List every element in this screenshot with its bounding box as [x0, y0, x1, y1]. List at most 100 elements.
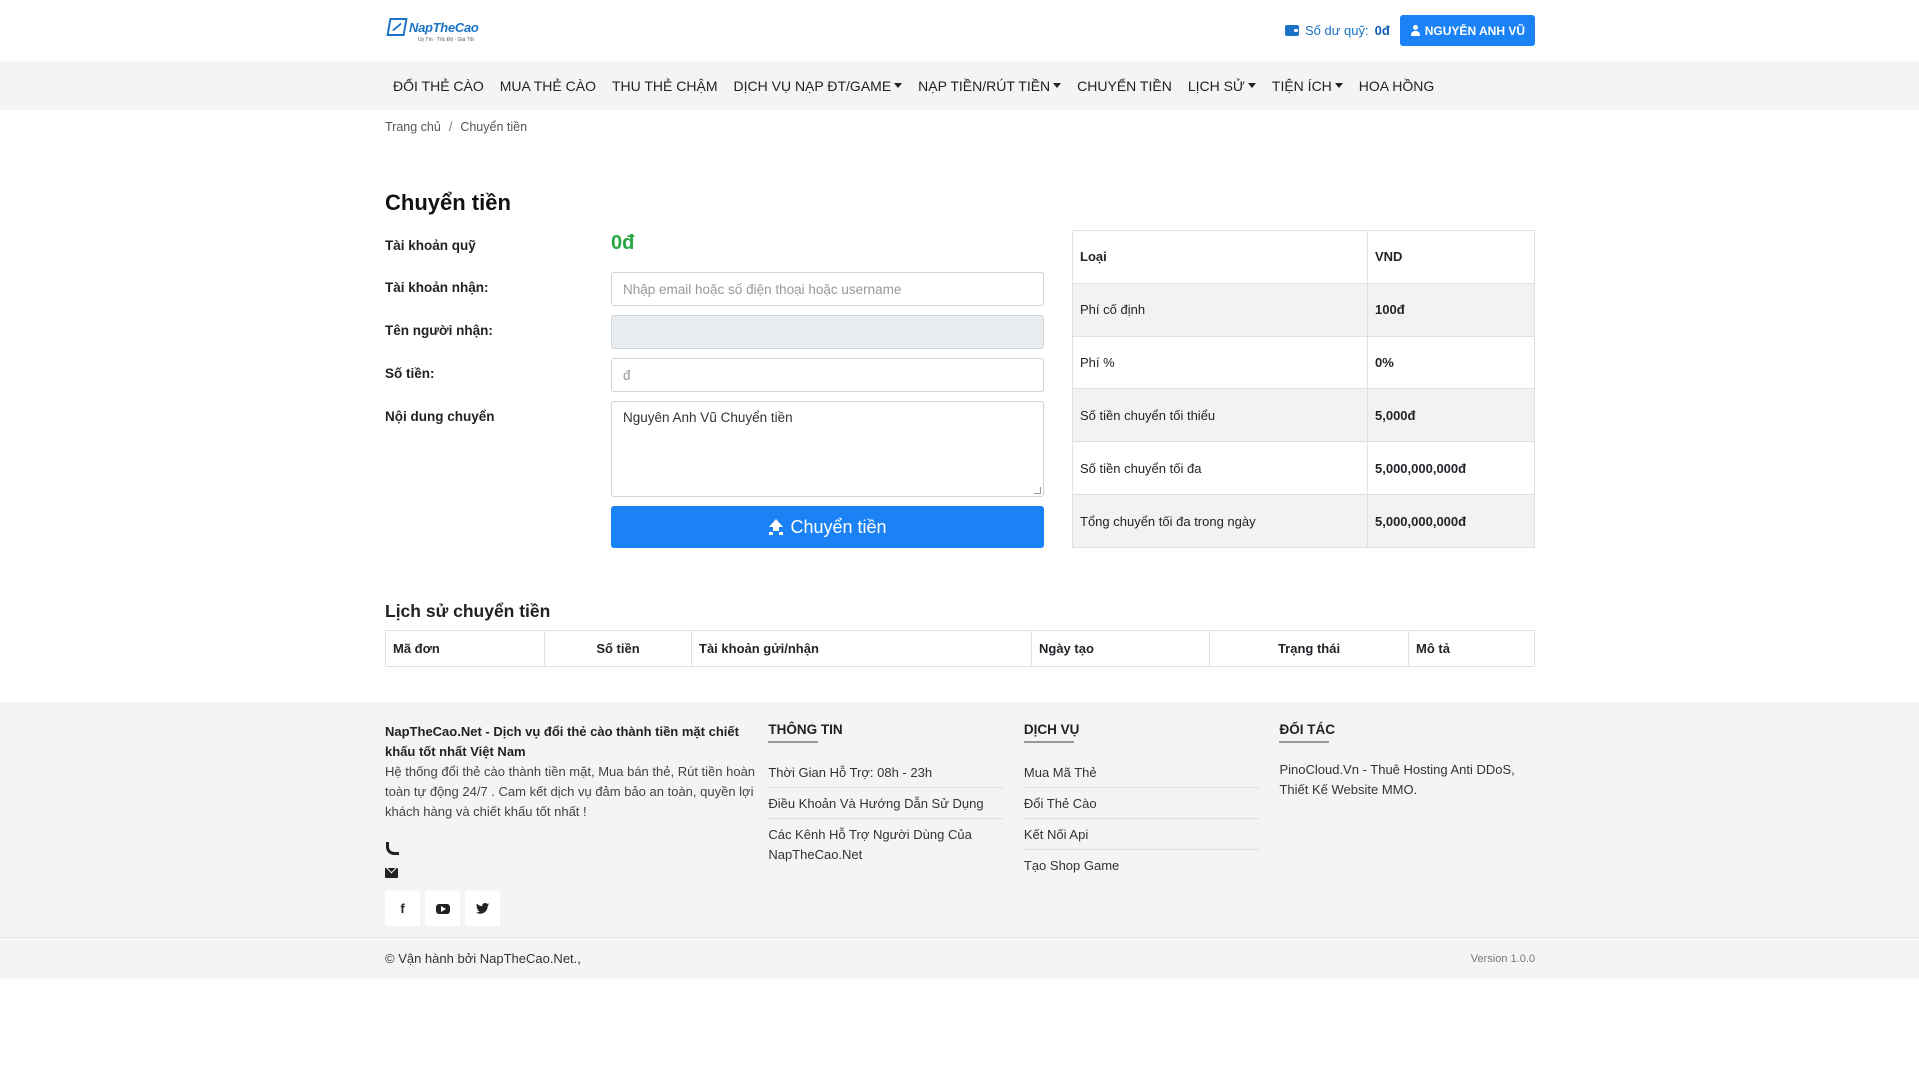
col-description[interactable]: Mô tả	[1408, 630, 1535, 667]
nav-item-2[interactable]: THU THẺ CHẬM	[604, 78, 726, 94]
copyright-text: © Vận hành bởi NapTheCao.Net.,	[385, 951, 581, 966]
phone-icon	[385, 841, 399, 855]
fee-value: 5,000đ	[1367, 388, 1535, 443]
logo-tagline: Uy Tín · Tốc Độ · Giá Tốt	[418, 37, 474, 43]
receiver-account-input[interactable]: Nhập email hoặc số điện thoại hoặc usern…	[611, 272, 1044, 306]
page-title: Chuyển tiền	[385, 190, 511, 215]
fund-label: Tài khoản quỹ	[385, 238, 476, 253]
nav-item-label: HOA HỒNG	[1358, 77, 1435, 94]
youtube-icon	[435, 903, 450, 914]
user-name: NGUYỄN ANH VŨ	[1424, 23, 1525, 38]
caret-down-icon	[1053, 83, 1062, 88]
footer-info-title: THÔNG TIN	[768, 722, 1024, 747]
upload-icon	[768, 519, 784, 535]
logo-text: NapTheCao	[409, 19, 479, 35]
nav-item-label: ĐỔI THẺ CÀO	[393, 77, 484, 94]
nav-item-5[interactable]: CHUYỂN TIỀN	[1069, 78, 1180, 94]
fee-row: Số tiền chuyển tối thiểu 5,000đ	[1072, 388, 1535, 443]
fee-row: Phí % 0%	[1072, 335, 1535, 390]
footer-link[interactable]: Thời Gian Hỗ Trợ: 08h - 23h	[768, 760, 1004, 788]
footer-about-desc: Hệ thống đổi thẻ cào thành tiền mặt, Mua…	[385, 764, 756, 819]
top-header: NapTheCao Uy Tín · Tốc Độ · Giá Tốt Số d…	[0, 0, 1919, 61]
transfer-submit-button[interactable]: Chuyển tiền	[611, 506, 1044, 548]
footer-link[interactable]: Các Kênh Hỗ Trợ Người Dùng Của NapTheCao…	[768, 822, 1003, 869]
user-icon	[1410, 25, 1420, 36]
nav-item-label: THU THẺ CHẬM	[611, 77, 718, 94]
fee-label: Tổng chuyển tối đa trong ngày	[1072, 494, 1368, 548]
nav-item-label: TIỆN ÍCH	[1271, 77, 1332, 94]
fee-header-currency: VND	[1367, 230, 1535, 284]
fee-value: 5,000,000,000đ	[1367, 441, 1535, 496]
nav-item-0[interactable]: ĐỔI THẺ CÀO	[385, 78, 492, 94]
receiver-label: Tài khoản nhận:	[385, 280, 489, 295]
nav-item-6[interactable]: LỊCH SỬ	[1180, 78, 1264, 94]
col-created-date[interactable]: Ngày tạo	[1031, 630, 1210, 667]
nav-item-label: MUA THẺ CÀO	[499, 77, 596, 94]
col-status[interactable]: Trạng thái	[1209, 630, 1409, 667]
footer-partner-text[interactable]: PinoCloud.Vn - Thuê Hosting Anti DDoS, T…	[1279, 760, 1535, 800]
breadcrumb-separator: /	[448, 120, 453, 134]
nav-item-label: LỊCH SỬ	[1187, 77, 1245, 94]
nav-item-1[interactable]: MUA THẺ CÀO	[492, 78, 604, 94]
fee-row: Tổng chuyển tối đa trong ngày 5,000,000,0…	[1072, 494, 1535, 548]
fee-label: Phí %	[1072, 335, 1368, 390]
main-content: Trang chủ / Chuyển tiền Chuyển tiền Tài …	[385, 110, 1535, 667]
footer-partner-title: ĐỐI TÁC	[1279, 722, 1535, 747]
submit-label: Chuyển tiền	[790, 516, 887, 537]
footer-about-title: NapTheCao.Net - Dịch vụ đổi thẻ cào thàn…	[385, 724, 739, 759]
nav-item-label: NẠP TIỀN/RÚT TIỀN	[918, 77, 1051, 94]
breadcrumb-current: Chuyển tiền	[460, 120, 528, 134]
fee-table: Loại VND Phí cố định 100đ Phí % 0% Số tiền…	[1072, 230, 1535, 548]
transfer-form: Tài khoản quỹ 0đ Tài khoản nhận: Nhập em…	[385, 230, 1044, 548]
col-account[interactable]: Tài khoản gửi/nhận	[691, 630, 1032, 667]
footer-link[interactable]: Tạo Shop Game	[1024, 853, 1259, 880]
fee-row: Phí cố định 100đ	[1072, 282, 1535, 337]
breadcrumb: Trang chủ / Chuyển tiền	[385, 110, 1535, 151]
fee-value: 5,000,000,000đ	[1367, 494, 1535, 548]
footer-link[interactable]: Mua Mã Thẻ	[1023, 760, 1259, 788]
user-menu-button[interactable]: NGUYỄN ANH VŨ	[1399, 15, 1535, 46]
nav-item-7[interactable]: TIỆN ÍCH	[1264, 78, 1351, 94]
amount-input[interactable]: đ	[611, 358, 1044, 392]
transfer-content-textarea[interactable]: Nguyên Anh Vũ Chuyển tiền	[611, 401, 1044, 497]
history-title: Lịch sử chuyển tiền	[385, 601, 551, 621]
caret-down-icon	[894, 83, 903, 88]
balance-value: 0đ	[1374, 23, 1390, 38]
caret-down-icon	[1334, 83, 1343, 88]
fee-label: Phí cố định	[1072, 282, 1368, 337]
main-nav: ĐỔI THẺ CÀO MUA THẺ CÀO THU THẺ CHẬM DỊCH V…	[0, 61, 1919, 110]
balance-label: Số dư quỹ:	[1304, 23, 1369, 38]
col-amount[interactable]: Số tiền	[544, 630, 692, 667]
fee-table-header: Loại VND	[1072, 230, 1535, 284]
breadcrumb-home[interactable]: Trang chủ	[385, 120, 441, 151]
wallet-icon	[1284, 25, 1299, 36]
nav-item-4[interactable]: NẠP TIỀN/RÚT TIỀN	[910, 78, 1069, 94]
nav-item-3[interactable]: DỊCH VỤ NẠP ĐT/GAME	[726, 78, 911, 94]
fee-label: Số tiền chuyển tối đa	[1072, 441, 1368, 496]
footer-link[interactable]: Điều Khoản Và Hướng Dẫn Sử Dụng	[768, 791, 1004, 819]
footer-service-title: DỊCH VỤ	[1023, 722, 1280, 747]
receiver-name-label: Tên người nhận:	[385, 323, 493, 338]
footer-link[interactable]: Kết Nối Api	[1023, 822, 1259, 850]
site-logo[interactable]: NapTheCao Uy Tín · Tốc Độ · Giá Tốt	[385, 18, 479, 43]
nav-item-label: CHUYỂN TIỀN	[1077, 77, 1172, 94]
history-table: Mã đơn Số tiền Tài khoản gửi/nhận Ngày t…	[385, 630, 1535, 667]
youtube-button[interactable]	[425, 891, 460, 926]
fee-header-type: Loại	[1072, 230, 1368, 284]
twitter-icon[interactable]	[465, 891, 500, 926]
history-header-row: Mã đơn Số tiền Tài khoản gửi/nhận Ngày t…	[385, 630, 1535, 667]
fund-balance[interactable]: Số dư quỹ: 0đ	[1284, 23, 1390, 38]
fee-label: Số tiền chuyển tối thiểu	[1072, 388, 1368, 443]
footer-partner-col: ĐỐI TÁC PinoCloud.Vn - Thuê Hosting Anti…	[1279, 722, 1535, 926]
caret-down-icon	[1247, 83, 1256, 88]
nav-item-label: DỊCH VỤ NẠP ĐT/GAME	[733, 77, 892, 94]
nav-item-8[interactable]: HOA HỒNG	[1351, 78, 1442, 94]
version-label: Version 1.0.0	[1470, 952, 1535, 965]
fund-value: 0đ	[611, 232, 635, 254]
facebook-icon[interactable]: f	[385, 891, 420, 926]
col-order-id[interactable]: Mã đơn	[385, 630, 545, 667]
footer-info-col: THÔNG TIN Thời Gian Hỗ Trợ: 08h - 23h Đi…	[768, 722, 1024, 926]
footer-link[interactable]: Đổi Thẻ Cào	[1023, 791, 1259, 819]
amount-label: Số tiền:	[385, 366, 435, 381]
fee-value: 0%	[1367, 335, 1535, 390]
